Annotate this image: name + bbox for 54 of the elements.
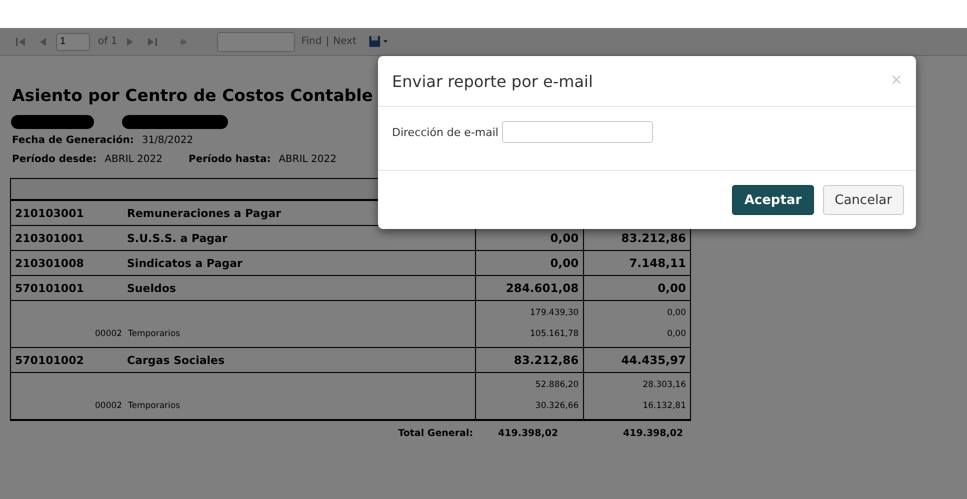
account-code: 570101001 (15, 282, 85, 294)
account-name: Sueldos (127, 282, 176, 294)
debit-amount: 52.886,20 (535, 380, 579, 390)
meta-value: ABRIL 2022 (104, 154, 162, 165)
separator: | (326, 36, 330, 47)
debit-amount: 0,00 (550, 256, 579, 270)
total-debit: 419.398,02 (497, 428, 560, 439)
meta-label: Período desde: (12, 154, 97, 165)
cost-center-code: 00002 (95, 328, 124, 341)
account-code: 570101002 (15, 354, 85, 366)
meta-value: 31/8/2022 (142, 135, 194, 146)
credit-amount: 0,00 (658, 281, 686, 295)
debit-amount: 179.439,30 (530, 308, 579, 318)
last-page-icon[interactable] (146, 36, 158, 48)
account-name: Remuneraciones a Pagar (127, 206, 282, 220)
debit-amount: 30.326,66 (535, 401, 579, 411)
cancel-button[interactable]: Cancelar (822, 185, 904, 215)
cost-center-code: 00002 (95, 400, 124, 413)
meta-value: ABRIL 2022 (278, 154, 337, 165)
account-name: Cargas Sociales (127, 354, 225, 366)
account-code: 210301001 (15, 232, 85, 244)
debit-amount: 284.601,08 (506, 281, 579, 295)
find-link[interactable]: Find (301, 36, 322, 47)
debit-amount: 0,00 (550, 231, 579, 245)
debit-amount: 83.212,86 (514, 353, 579, 367)
cost-center-name: Temporarios (128, 401, 180, 411)
account-name: Sindicatos a Pagar (127, 256, 242, 270)
total-label: Total General: (397, 428, 473, 439)
credit-amount: 7.148,11 (629, 256, 686, 270)
next-link[interactable]: Next (333, 36, 356, 47)
account-name: S.U.S.S. a Pagar (127, 232, 228, 244)
save-dropdown-icon[interactable] (368, 35, 390, 48)
account-code: 210301008 (15, 256, 85, 270)
dialog-title: Enviar reporte por e-mail (392, 72, 593, 90)
page-count: of 1 (98, 36, 118, 47)
page-number-field[interactable]: 1 (56, 32, 90, 50)
account-code: 210103001 (15, 206, 85, 220)
field-label: Dirección de e-mail (392, 125, 498, 139)
meta-label: Período hasta: (188, 154, 271, 165)
credit-amount: 28.303,16 (642, 380, 686, 390)
credit-amount: 44.435,97 (621, 353, 686, 367)
report-title: Asiento por Centro de Costos Contable (12, 86, 374, 105)
credit-amount: 16.132,81 (642, 401, 686, 411)
credit-amount: 0,00 (667, 308, 686, 318)
credit-amount: 0,00 (667, 329, 686, 339)
find-field[interactable] (217, 32, 296, 52)
first-page-icon[interactable] (15, 36, 27, 48)
meta-label: Fecha de Generación: (12, 135, 134, 146)
credit-amount: 83.212,86 (621, 231, 686, 245)
accept-button[interactable]: Aceptar (732, 185, 814, 215)
email-field[interactable] (502, 121, 654, 143)
debit-amount: 105.161,78 (530, 329, 579, 339)
total-credit: 419.398,02 (622, 428, 684, 439)
cost-center-name: Temporarios (128, 329, 180, 339)
